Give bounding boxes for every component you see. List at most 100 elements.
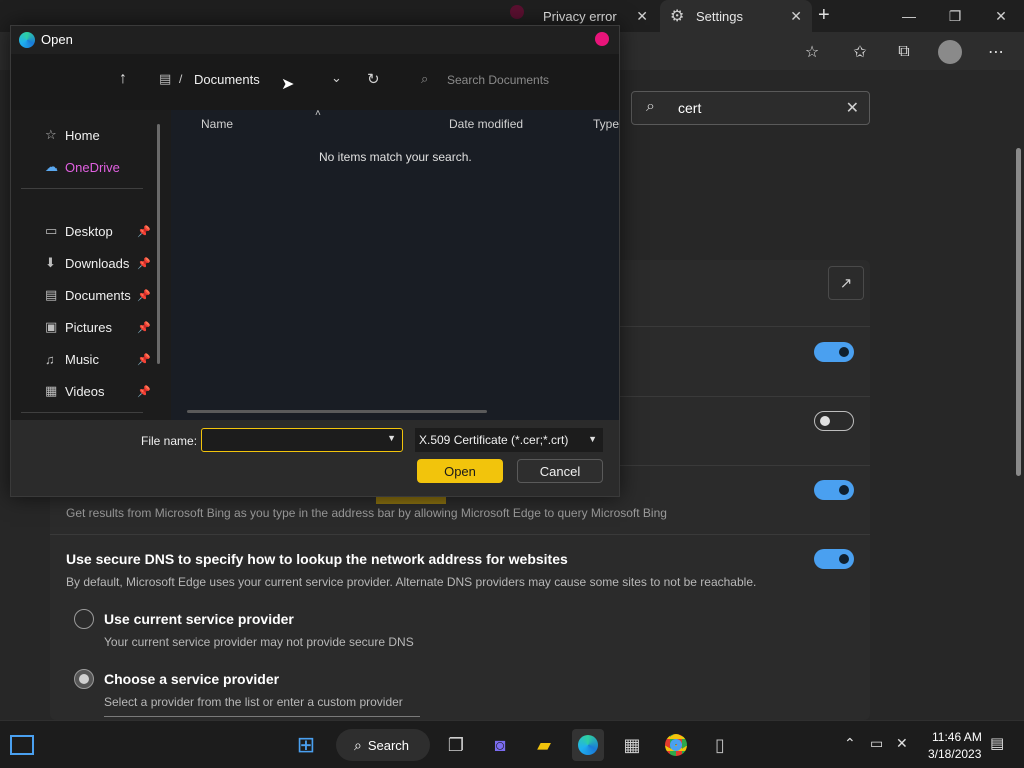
- mouse-cursor-icon: ➤: [281, 76, 295, 93]
- current-provider-label: Use current service provider: [104, 611, 294, 627]
- minimize-button[interactable]: —: [886, 0, 932, 32]
- more-menu-icon[interactable]: ⋯: [982, 40, 1010, 64]
- clock-date[interactable]: 3/18/2023: [928, 747, 981, 761]
- videos-icon: ▦: [45, 383, 58, 398]
- open-file-dialog: Open ↑ ▤ / Documents ➤ ⌄ ↻ ⌕ Search Docu…: [10, 25, 620, 497]
- nav-desktop[interactable]: ▭ Desktop: [45, 220, 113, 242]
- pin-icon: 📌: [137, 354, 151, 366]
- refresh-icon[interactable]: ↻: [367, 70, 380, 88]
- edge-app-icon[interactable]: [572, 729, 604, 761]
- up-arrow-icon[interactable]: ↑: [119, 70, 127, 88]
- tab-label: Settings: [696, 8, 743, 24]
- empty-message: No items match your search.: [319, 150, 472, 164]
- close-tab-icon[interactable]: ✕: [790, 8, 802, 25]
- file-name-input[interactable]: ▼: [201, 428, 403, 452]
- secure-dns-toggle[interactable]: [814, 549, 854, 569]
- download-icon: ⬇: [45, 255, 56, 270]
- column-date-modified[interactable]: Date modified: [449, 117, 523, 131]
- edge-logo-icon: [19, 32, 35, 48]
- home-icon: ☆: [45, 127, 57, 142]
- nav-label: Home: [65, 127, 100, 143]
- choose-provider-label: Choose a service provider: [104, 671, 280, 687]
- file-explorer-icon[interactable]: ▰: [528, 729, 560, 761]
- search-icon: ⌕: [354, 736, 362, 753]
- nav-documents[interactable]: ▤ Documents: [45, 284, 131, 306]
- setting-description: Get results from Microsoft Bing as you t…: [66, 506, 667, 520]
- record-dot-icon: [510, 5, 524, 19]
- file-list: ˄ Name Date modified Type No items match…: [171, 108, 619, 420]
- open-external-icon[interactable]: ↗: [828, 266, 864, 300]
- tab-settings[interactable]: ⚙ Settings ✕: [660, 0, 812, 32]
- close-button[interactable]: ✕: [978, 0, 1024, 32]
- taskbar-search-button[interactable]: ⌕ Search: [336, 729, 430, 761]
- chevron-down-icon[interactable]: ▼: [387, 433, 396, 443]
- pictures-icon: ▣: [45, 319, 58, 334]
- search-documents-input[interactable]: Search Documents: [447, 73, 549, 87]
- chevron-down-icon: ▼: [588, 434, 597, 444]
- settings-search-input[interactable]: ⌕ cert ✕: [631, 91, 870, 125]
- chrome-icon[interactable]: [660, 729, 692, 761]
- taskbar: ⊞ ⌕ Search ❐ ◙ ▰ ▦ ▯ ⌃ ▭ ✕ 11:46 AM 3/18…: [0, 720, 1024, 768]
- setting-toggle[interactable]: [814, 411, 854, 431]
- music-icon: ♫: [45, 351, 55, 367]
- store-icon[interactable]: ▦: [616, 729, 648, 761]
- choose-provider-sub: Select a provider from the list or enter…: [104, 695, 403, 709]
- favorites-icon[interactable]: ✩: [846, 40, 874, 64]
- profile-avatar[interactable]: [938, 40, 962, 64]
- file-name-label: File name:: [141, 434, 198, 448]
- collections-icon[interactable]: ⧉: [890, 40, 918, 64]
- chrome-logo-icon: [665, 734, 687, 756]
- file-type-value: X.509 Certificate (*.cer;*.crt): [419, 433, 569, 447]
- chevron-down-icon[interactable]: ⌄: [331, 70, 342, 86]
- certificate-tool-icon[interactable]: ▯: [704, 729, 736, 761]
- file-type-select[interactable]: X.509 Certificate (*.cer;*.crt) ▼: [415, 428, 603, 452]
- nav-videos[interactable]: ▦ Videos: [45, 380, 105, 402]
- dialog-title: Open: [41, 32, 73, 47]
- network-icon[interactable]: ▭: [870, 735, 883, 752]
- volume-muted-icon[interactable]: ✕: [896, 735, 908, 752]
- setting-toggle[interactable]: [814, 342, 854, 362]
- notification-icon[interactable]: ▤: [990, 734, 1004, 752]
- page-scrollbar[interactable]: [1016, 148, 1021, 476]
- column-type[interactable]: Type: [593, 117, 619, 131]
- pin-icon: 📌: [137, 290, 151, 302]
- choose-provider-radio[interactable]: [74, 669, 94, 689]
- nav-music[interactable]: ♫ Music: [45, 348, 99, 370]
- clock-time[interactable]: 11:46 AM: [932, 730, 982, 744]
- nav-label: Pictures: [65, 319, 112, 335]
- cancel-button[interactable]: Cancel: [517, 459, 603, 483]
- teams-chat-icon[interactable]: ◙: [484, 729, 516, 761]
- restore-button[interactable]: ❐: [932, 0, 978, 32]
- search-icon: ⌕: [421, 71, 429, 86]
- breadcrumb[interactable]: Documents: [194, 72, 260, 87]
- horizontal-scrollbar[interactable]: [187, 410, 487, 413]
- divider: [50, 534, 870, 535]
- nav-home[interactable]: ☆ Home: [45, 124, 100, 146]
- column-name[interactable]: Name: [201, 117, 233, 131]
- current-provider-sub: Your current service provider may not pr…: [104, 635, 414, 649]
- nav-label: Music: [65, 351, 99, 367]
- new-tab-button[interactable]: +: [818, 4, 830, 27]
- open-button[interactable]: Open: [417, 459, 503, 483]
- documents-icon: ▤: [45, 287, 58, 302]
- show-desktop-icon[interactable]: [10, 735, 34, 755]
- nav-onedrive[interactable]: ☁ OneDrive: [45, 156, 120, 178]
- add-favorite-icon[interactable]: ☆: [798, 40, 826, 64]
- setting-toggle[interactable]: [814, 480, 854, 500]
- nav-separator: [21, 412, 143, 413]
- nav-label: OneDrive: [65, 159, 120, 175]
- chevron-up-icon[interactable]: ⌃: [844, 735, 856, 752]
- nav-label: Desktop: [65, 223, 113, 239]
- pin-icon: 📌: [137, 258, 151, 270]
- task-view-icon[interactable]: ❐: [440, 729, 472, 761]
- nav-downloads[interactable]: ⬇ Downloads: [45, 252, 129, 274]
- documents-folder-icon: ▤: [159, 71, 172, 86]
- nav-scrollbar[interactable]: [157, 124, 160, 364]
- start-button[interactable]: ⊞: [290, 729, 322, 761]
- current-provider-radio[interactable]: [74, 609, 94, 629]
- edge-logo-icon: [578, 735, 598, 755]
- close-tab-icon[interactable]: ✕: [636, 8, 648, 25]
- clear-search-icon[interactable]: ✕: [846, 98, 859, 118]
- search-icon: ⌕: [646, 98, 655, 115]
- nav-pictures[interactable]: ▣ Pictures: [45, 316, 112, 338]
